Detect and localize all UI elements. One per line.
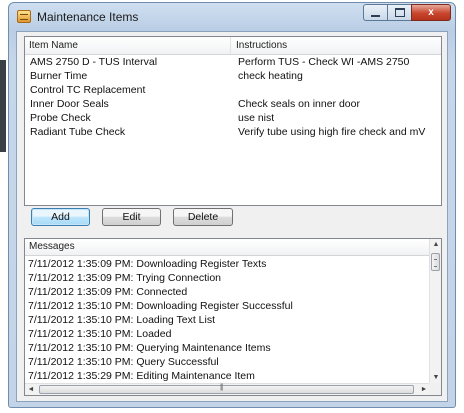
window-client-area: Item Name Instructions AMS 2750 D - TUS … <box>16 31 448 402</box>
column-header-instructions[interactable]: Instructions <box>236 40 287 51</box>
list-item[interactable]: AMS 2750 D - TUS Interval Perform TUS - … <box>25 56 441 70</box>
message-line: 7/11/2012 1:35:09 PM: Connected <box>28 286 188 298</box>
list-item[interactable]: Probe Check use nist <box>25 112 441 126</box>
list-item[interactable]: Burner Time check heating <box>25 70 441 84</box>
maximize-icon <box>394 8 405 17</box>
message-line: 7/11/2012 1:35:10 PM: Querying Maintenan… <box>28 342 271 354</box>
close-icon: x <box>428 7 434 18</box>
title-bar[interactable]: Maintenance Items x <box>9 3 455 31</box>
maximize-button[interactable] <box>387 4 412 21</box>
window-title: Maintenance Items <box>37 10 139 24</box>
app-icon <box>17 10 31 23</box>
close-button[interactable]: x <box>411 4 451 21</box>
item-instructions: check heating <box>238 70 303 82</box>
column-divider[interactable] <box>230 37 231 54</box>
horizontal-scroll-thumb[interactable] <box>39 384 414 394</box>
scrollbar-corner <box>429 383 441 395</box>
message-line: 7/11/2012 1:35:29 PM: Editing Maintenanc… <box>28 370 255 382</box>
list-item[interactable]: Control TC Replacement <box>25 84 441 98</box>
messages-list[interactable]: Messages 7/11/2012 1:35:09 PM: Downloadi… <box>24 238 442 396</box>
item-name: AMS 2750 D - TUS Interval <box>30 56 158 68</box>
delete-button[interactable]: Delete <box>173 208 233 226</box>
maintenance-items-window: Maintenance Items x Item Name Instructio… <box>8 2 456 408</box>
message-line: 7/11/2012 1:35:10 PM: Query Successful <box>28 356 219 368</box>
message-line: 7/11/2012 1:35:10 PM: Downloading Regist… <box>28 300 293 312</box>
item-name: Burner Time <box>30 70 88 82</box>
scroll-left-icon[interactable]: ◄ <box>25 384 37 395</box>
background-strip <box>0 60 6 152</box>
item-name: Radiant Tube Check <box>30 126 126 138</box>
minimize-button[interactable] <box>363 4 388 21</box>
messages-header-label: Messages <box>29 241 75 252</box>
item-instructions: Verify tube using high fire check and mV <box>238 126 426 138</box>
item-name: Probe Check <box>30 112 91 124</box>
maintenance-items-list[interactable]: Item Name Instructions AMS 2750 D - TUS … <box>24 36 442 206</box>
vertical-scrollbar[interactable]: ▲ ▼ <box>429 239 441 384</box>
item-name: Control TC Replacement <box>30 84 146 96</box>
horizontal-scrollbar[interactable]: ◄ ► <box>25 383 430 395</box>
item-instructions: Check seals on inner door <box>238 98 360 110</box>
item-instructions: use nist <box>238 112 275 124</box>
message-line: 7/11/2012 1:35:09 PM: Downloading Regist… <box>28 258 267 270</box>
list-item[interactable]: Radiant Tube Check Verify tube using hig… <box>25 126 441 140</box>
add-button[interactable]: Add <box>31 208 90 226</box>
column-header-item-name[interactable]: Item Name <box>29 40 78 51</box>
item-instructions: Perform TUS - Check WI -AMS 2750 <box>238 56 410 68</box>
list-header: Item Name Instructions <box>25 37 441 55</box>
edit-button[interactable]: Edit <box>102 208 161 226</box>
message-line: 7/11/2012 1:35:10 PM: Loading Text List <box>28 314 215 326</box>
message-line: 7/11/2012 1:35:09 PM: Trying Connection <box>28 272 222 284</box>
minimize-icon <box>371 14 380 17</box>
list-item[interactable]: Inner Door Seals Check seals on inner do… <box>25 98 441 112</box>
vertical-scroll-thumb[interactable] <box>431 253 440 271</box>
message-line: 7/11/2012 1:35:10 PM: Loaded <box>28 328 172 340</box>
item-name: Inner Door Seals <box>30 98 109 110</box>
messages-header: Messages <box>25 239 430 256</box>
scroll-up-icon[interactable]: ▲ <box>431 239 441 251</box>
